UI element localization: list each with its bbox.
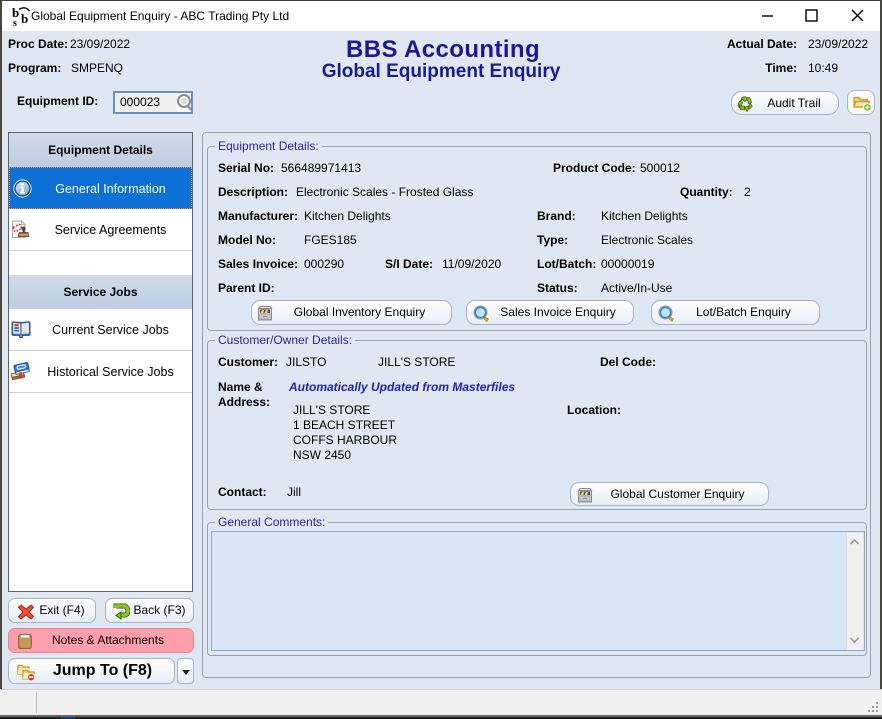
svg-text:s: s <box>13 18 17 27</box>
svg-text:b: b <box>21 11 28 26</box>
